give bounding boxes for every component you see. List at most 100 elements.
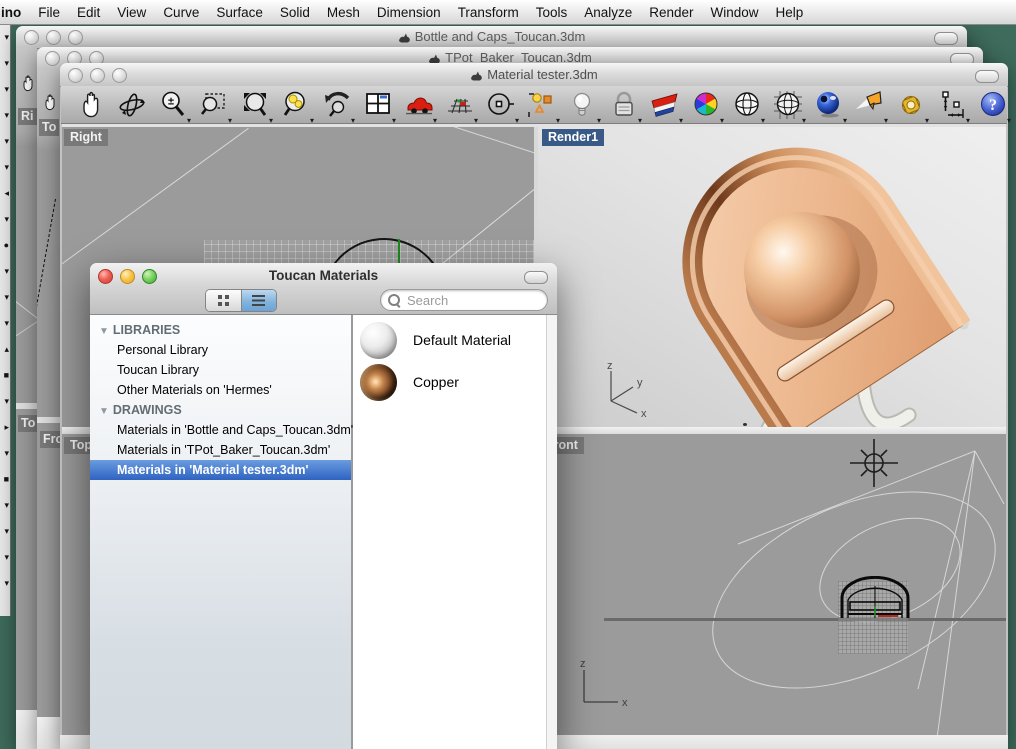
menu-tools[interactable]: Tools [536, 5, 568, 20]
color-wheel-icon[interactable] [690, 89, 722, 121]
render-sphere-icon[interactable] [813, 89, 845, 121]
disclosure-triangle-icon[interactable]: ▼ [99, 402, 109, 422]
viewport-label[interactable]: To [39, 119, 59, 136]
palette-toucan-materials[interactable]: Toucan Materials ▼LIBRARIES Personal Lib… [90, 263, 557, 749]
material-name: Copper [413, 374, 459, 390]
menu-render[interactable]: Render [649, 5, 693, 20]
cplane-icon[interactable] [485, 89, 517, 121]
materials-scrollbar[interactable] [546, 315, 557, 749]
menu-rhino[interactable]: ino [1, 5, 21, 20]
window-title: Material tester.3dm [60, 67, 1008, 84]
toolbar-toggle-button[interactable] [934, 32, 958, 45]
list-view-icon [252, 295, 265, 306]
bottle-titlebar[interactable]: Bottle and Caps_Toucan.3dm [16, 26, 967, 49]
zoom-window-icon[interactable] [198, 89, 230, 121]
viewport-layout-icon[interactable] [362, 89, 394, 121]
ground-plane-icon[interactable] [444, 89, 476, 121]
menu-solid[interactable]: Solid [280, 5, 310, 20]
menu-mesh[interactable]: Mesh [327, 5, 360, 20]
model-front-wireframe [838, 576, 912, 620]
rotate-view-icon[interactable] [116, 89, 148, 121]
viewport-label-right[interactable]: Right [64, 129, 108, 146]
menu-curve[interactable]: Curve [163, 5, 199, 20]
pan-hand-icon[interactable] [75, 89, 107, 121]
sidebar-item-toucan-library[interactable]: Toucan Library [90, 360, 351, 380]
flyout-arrows: ▾▾▾▾▾▾◂▾●▾▾▾▴■▾▸▾■▾▾▾▾ [0, 24, 10, 596]
svg-text:±: ± [168, 95, 174, 107]
sidebar-item-materials-bottle[interactable]: Materials in 'Bottle and Caps_Toucan.3dm… [90, 420, 351, 440]
tpot-sliver: To Fro [37, 69, 60, 749]
list-view-button[interactable] [242, 290, 277, 311]
rhino-doc-icon [398, 31, 411, 46]
viewport-label[interactable]: Fro [40, 431, 60, 448]
sidebar-group-drawings[interactable]: ▼DRAWINGS [90, 400, 351, 420]
spotlight-icon[interactable] [854, 89, 886, 121]
menu-file[interactable]: File [38, 5, 60, 20]
osnap-icon[interactable] [526, 89, 558, 121]
zoom-extents-icon[interactable] [239, 89, 271, 121]
palette-titlebar[interactable]: Toucan Materials [90, 263, 557, 315]
viewport-front[interactable]: Front [538, 434, 1006, 735]
axis-y: y [637, 377, 643, 389]
axis-z: z [580, 658, 586, 670]
material-row-default[interactable]: Default Material [353, 319, 546, 361]
main-toolbar: ± ? [61, 86, 1007, 124]
menu-transform[interactable]: Transform [458, 5, 519, 20]
menu-view[interactable]: View [117, 5, 146, 20]
zoom-selected-icon[interactable] [280, 89, 312, 121]
menu-dimension[interactable]: Dimension [377, 5, 441, 20]
lock-icon[interactable] [608, 89, 640, 121]
material-row-copper[interactable]: Copper [353, 361, 546, 403]
materials-list: Default Material Copper [353, 315, 546, 749]
stray-mark [743, 423, 747, 426]
viewport-label[interactable]: Ri [18, 108, 37, 125]
zoom-icon[interactable]: ± [157, 89, 189, 121]
menu-surface[interactable]: Surface [216, 5, 263, 20]
viewport-divider [16, 403, 37, 409]
axis-z: z [607, 360, 613, 372]
disclosure-triangle-icon[interactable]: ▼ [99, 322, 109, 342]
pan-hand-icon [19, 74, 37, 92]
palette-title: Toucan Materials [90, 268, 557, 283]
grid-view-icon [218, 295, 229, 306]
layers-icon[interactable] [649, 89, 681, 121]
sidebar-item-materials-tpot[interactable]: Materials in 'TPot_Baker_Toucan.3dm' [90, 440, 351, 460]
viewport-divider [37, 417, 60, 423]
search-field[interactable] [380, 289, 548, 311]
dimensions-icon[interactable] [936, 89, 968, 121]
sphere-mapping-icon[interactable] [772, 89, 804, 121]
grid-view-button[interactable] [206, 290, 242, 311]
lights-icon[interactable] [567, 89, 599, 121]
menu-edit[interactable]: Edit [77, 5, 100, 20]
undo-view-icon[interactable] [321, 89, 353, 121]
axis-x: x [622, 697, 628, 709]
pan-hand-icon [41, 93, 59, 111]
sun-symbol [848, 437, 900, 489]
viewport-label-render1[interactable]: Render1 [542, 129, 604, 146]
toolbar-toggle-button[interactable] [524, 271, 548, 284]
sidebar-item-personal-library[interactable]: Personal Library [90, 340, 351, 360]
view-mode-segmented-control [205, 289, 277, 312]
menu-help[interactable]: Help [776, 5, 804, 20]
help-icon[interactable]: ? [977, 89, 1009, 121]
viewport-render1[interactable]: z y x Render1 [538, 127, 1006, 427]
shaded-display-icon[interactable] [403, 89, 435, 121]
sphere-wireframe-icon[interactable] [731, 89, 763, 121]
sidebar-item-materials-material-tester[interactable]: Materials in 'Material tester.3dm' [90, 460, 351, 480]
sidebar-group-libraries[interactable]: ▼LIBRARIES [90, 320, 351, 340]
axis-tripod: z x [570, 656, 630, 711]
toolbar-toggle-button[interactable] [975, 70, 999, 83]
main-titlebar[interactable]: Material tester.3dm [60, 63, 1008, 87]
cone-wire-line [444, 127, 534, 164]
sidebar-item-other-materials[interactable]: Other Materials on 'Hermes' [90, 380, 351, 400]
material-thumbnail-copper [360, 364, 397, 401]
search-input[interactable] [405, 291, 543, 309]
viewport-label[interactable]: To [18, 415, 37, 432]
window-bottom-strip [37, 717, 60, 749]
material-thumbnail-default [360, 322, 397, 359]
menu-window[interactable]: Window [711, 5, 759, 20]
menu-analyze[interactable]: Analyze [584, 5, 632, 20]
options-gear-icon[interactable] [895, 89, 927, 121]
search-icon [388, 294, 400, 306]
menu-bar: ino File Edit View Curve Surface Solid M… [0, 0, 1016, 25]
